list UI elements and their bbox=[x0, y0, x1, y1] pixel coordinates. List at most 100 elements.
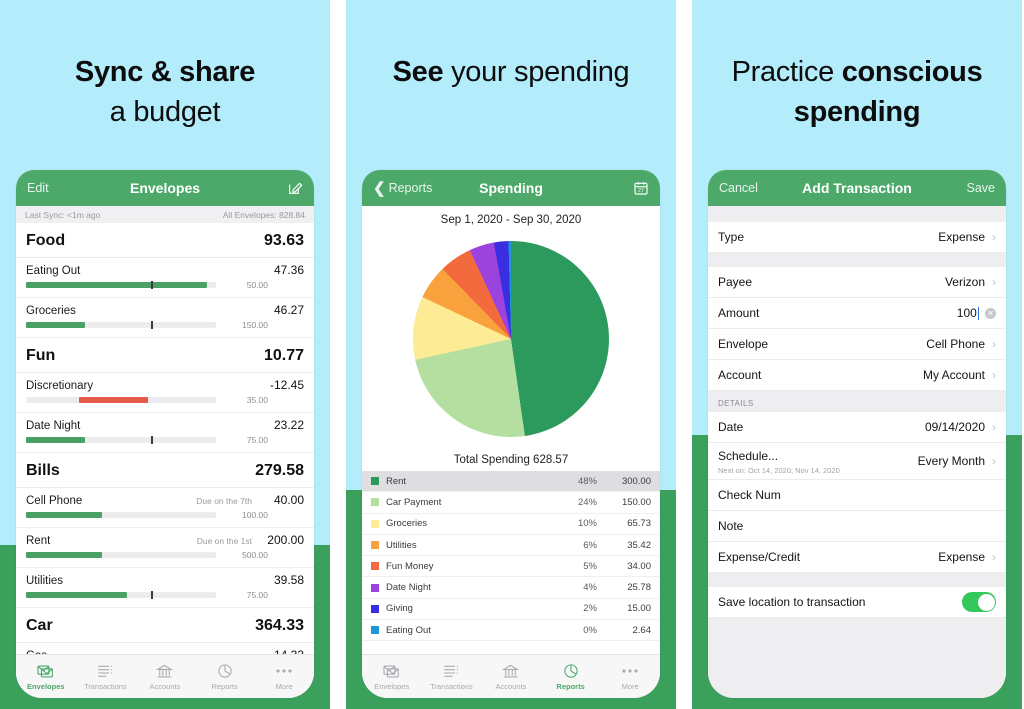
envelope-row[interactable]: Eating Out 47.36 50.00 bbox=[16, 258, 314, 298]
form-row-label: Amount bbox=[718, 306, 760, 320]
envelope-list[interactable]: Food 93.63 Eating Out 47.36 50.00 Groceries 46… bbox=[16, 223, 314, 698]
list-icon bbox=[422, 663, 482, 680]
legend-color-swatch bbox=[371, 604, 379, 613]
form-row-note[interactable]: Note bbox=[708, 511, 1006, 542]
legend-category: Fun Money bbox=[386, 560, 434, 572]
edit-square-icon[interactable] bbox=[287, 180, 303, 196]
edit-button[interactable]: Edit bbox=[27, 181, 49, 195]
calendar-icon[interactable]: 27 bbox=[633, 180, 649, 196]
legend-row[interactable]: Car Payment 24% 150.00 bbox=[362, 492, 660, 514]
envelope-row[interactable]: Utilities 39.58 75.00 bbox=[16, 568, 314, 608]
save-location-row[interactable]: Save location to transaction bbox=[708, 587, 1006, 618]
tab-bar[interactable]: Envelopes Transactions Accounts Reports More bbox=[362, 654, 660, 698]
envelope-group-row[interactable]: Car 364.33 bbox=[16, 608, 314, 643]
form-group-details[interactable]: Date 09/14/2020 › Schedule... Next on: Oct 1… bbox=[708, 412, 1006, 573]
tab-transactions[interactable]: Transactions bbox=[422, 663, 482, 691]
form-row-label: Note bbox=[718, 519, 744, 533]
tab-more[interactable]: More bbox=[600, 663, 660, 691]
form-row-account[interactable]: Account My Account › bbox=[708, 360, 1006, 391]
tab-reports[interactable]: Reports bbox=[541, 663, 601, 691]
form-row-date[interactable]: Date 09/14/2020 › bbox=[708, 412, 1006, 443]
tab-accounts[interactable]: Accounts bbox=[135, 663, 195, 691]
save-button[interactable]: Save bbox=[967, 181, 996, 195]
form-row-check-num[interactable]: Check Num bbox=[708, 480, 1006, 511]
envelope-balance: 40.00 bbox=[273, 493, 304, 507]
phone-spending-report: ❮ Reports Spending 27 Sep 1, 2020 - Sep … bbox=[362, 170, 660, 698]
tab-envelopes[interactable]: Envelopes bbox=[362, 663, 422, 691]
envelope-group-row[interactable]: Bills 279.58 bbox=[16, 453, 314, 488]
form-row-envelope[interactable]: Envelope Cell Phone › bbox=[708, 329, 1006, 360]
legend-row[interactable]: Fun Money 5% 34.00 bbox=[362, 556, 660, 578]
envelope-group-row[interactable]: Food 93.63 bbox=[16, 223, 314, 258]
legend-percent: 2% bbox=[583, 603, 597, 615]
envelope-limit: 75.00 bbox=[246, 435, 268, 445]
legend-category: Utilities bbox=[386, 539, 417, 551]
legend-color-swatch bbox=[371, 541, 379, 550]
legend-row[interactable]: Eating Out 0% 2.64 bbox=[362, 620, 660, 642]
envelope-progress-bar bbox=[26, 436, 216, 444]
envelope-row[interactable]: Rent Due on the 1st 200.00 500.00 bbox=[16, 528, 314, 568]
envelope-progress-bar bbox=[26, 321, 216, 329]
envelope-name: Rent bbox=[26, 535, 51, 547]
envelope-row[interactable]: Groceries 46.27 150.00 bbox=[16, 298, 314, 338]
form-row-expense-credit[interactable]: Expense/Credit Expense › bbox=[708, 542, 1006, 573]
legend-amount: 35.42 bbox=[627, 539, 651, 551]
form-group-type[interactable]: Type Expense › bbox=[708, 222, 1006, 253]
ellipsis-icon bbox=[254, 663, 314, 680]
envelope-progress-bar bbox=[26, 552, 216, 558]
progress-marker bbox=[151, 591, 153, 599]
panel-sync-share: Sync & share a budget Edit Envelopes Las… bbox=[0, 0, 330, 709]
save-location-toggle[interactable] bbox=[962, 592, 996, 612]
legend-row[interactable]: Rent 48% 300.00 bbox=[362, 471, 660, 493]
envelope-name: Date Night bbox=[26, 420, 81, 432]
form-row-schedule[interactable]: Schedule... Next on: Oct 14, 2020; Nov 14… bbox=[708, 443, 1006, 480]
form-row-amount[interactable]: Amount 100 ✕ bbox=[708, 298, 1006, 329]
progress-fill bbox=[26, 592, 127, 598]
form-spacer bbox=[708, 253, 1006, 267]
clear-icon[interactable]: ✕ bbox=[985, 307, 996, 319]
app-store-screenshot-set: Sync & share a budget Edit Envelopes Las… bbox=[0, 0, 1024, 709]
phone-envelopes: Edit Envelopes Last Sync: <1m ago All En… bbox=[16, 170, 314, 698]
back-to-reports-button[interactable]: ❮ Reports bbox=[373, 181, 432, 196]
envelope-row[interactable]: Date Night 23.22 75.00 bbox=[16, 413, 314, 453]
chevron-right-icon: › bbox=[992, 275, 996, 289]
save-location-label: Save location to transaction bbox=[718, 595, 866, 609]
spending-pie-chart[interactable] bbox=[413, 241, 609, 437]
envelope-row-bottom: 500.00 bbox=[26, 550, 304, 560]
envelope-limit: 50.00 bbox=[246, 280, 268, 290]
spending-legend-list[interactable]: Rent 48% 300.00 Car Payment 24% 150.00 Groceri… bbox=[362, 471, 660, 642]
panel-see-spending: See your spending ❮ Reports Spending 27 bbox=[346, 0, 676, 709]
legend-row[interactable]: Utilities 6% 35.42 bbox=[362, 535, 660, 557]
tab-bar[interactable]: Envelopes Transactions Accounts Reports More bbox=[16, 654, 314, 698]
back-label: Reports bbox=[388, 181, 433, 195]
form-row-type[interactable]: Type Expense › bbox=[708, 222, 1006, 253]
form-row-payee[interactable]: Payee Verizon › bbox=[708, 267, 1006, 298]
tab-reports[interactable]: Reports bbox=[195, 663, 255, 691]
legend-category: Rent bbox=[386, 475, 407, 487]
envelope-row-bottom: 150.00 bbox=[26, 320, 304, 330]
chevron-right-icon: › bbox=[992, 368, 996, 382]
legend-amount: 300.00 bbox=[621, 475, 651, 487]
envelope-group-row[interactable]: Fun 10.77 bbox=[16, 338, 314, 373]
progress-fill bbox=[26, 322, 85, 328]
legend-row[interactable]: Groceries 10% 65.73 bbox=[362, 514, 660, 535]
panel1-headline-light: a budget bbox=[109, 96, 221, 129]
legend-percent: 0% bbox=[583, 624, 597, 636]
cancel-button[interactable]: Cancel bbox=[719, 181, 758, 195]
form-group-main[interactable]: Payee Verizon › Amount 100 ✕ Envelope Cell Phon… bbox=[708, 267, 1006, 391]
list-icon bbox=[76, 663, 136, 680]
form-row-value: Expense bbox=[938, 230, 985, 244]
legend-color-swatch bbox=[371, 626, 379, 635]
legend-row[interactable]: Giving 2% 15.00 bbox=[362, 599, 660, 621]
envelope-row-top: Rent Due on the 1st 200.00 bbox=[26, 533, 304, 547]
form-row-value[interactable]: 100 bbox=[957, 306, 977, 320]
envelope-row-bottom: 100.00 bbox=[26, 510, 304, 520]
legend-color-swatch bbox=[371, 562, 379, 571]
envelope-row[interactable]: Discretionary -12.45 35.00 bbox=[16, 373, 314, 413]
tab-envelopes[interactable]: Envelopes bbox=[16, 663, 76, 691]
tab-accounts[interactable]: Accounts bbox=[481, 663, 541, 691]
envelope-row[interactable]: Cell Phone Due on the 7th 40.00 100.00 bbox=[16, 488, 314, 528]
tab-more[interactable]: More bbox=[254, 663, 314, 691]
legend-row[interactable]: Date Night 4% 25.78 bbox=[362, 577, 660, 599]
tab-transactions[interactable]: Transactions bbox=[76, 663, 136, 691]
